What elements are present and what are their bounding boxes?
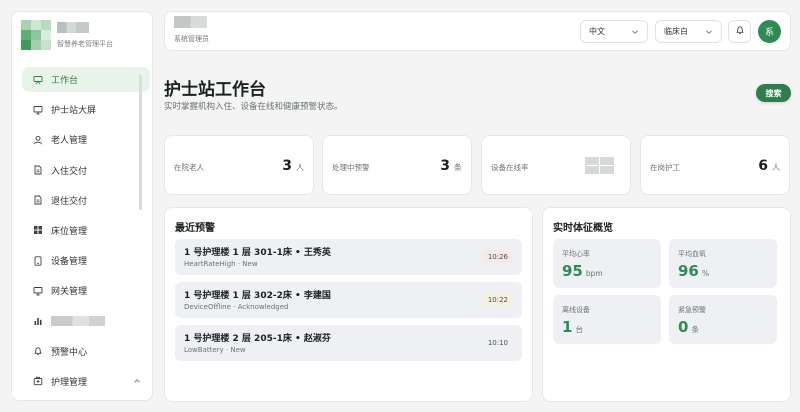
sidebar-item-gateways[interactable]: 网关管理: [22, 278, 150, 303]
sidebar-item-care[interactable]: 护理管理: [22, 369, 150, 394]
chevron-up-icon[interactable]: [133, 377, 141, 385]
alert-item[interactable]: 1 号护理楼 2 层 205-1床 • 赵淑芬 LowBattery · New…: [175, 325, 522, 361]
sidebar: 智慧养老管理平台 工作台 护士站大屏 老人管理 入住交付 退住交付 床位管理 设…: [11, 11, 153, 401]
sidebar-item-label: 护理管理: [51, 377, 88, 388]
language-select[interactable]: 中文: [580, 20, 648, 43]
stat-label: 设备在线率: [491, 163, 529, 172]
vital-value: 1台: [562, 318, 583, 336]
vital-card-offline-devices: 离线设备 1台: [553, 295, 661, 344]
vital-label: 紧急预警: [678, 306, 706, 314]
vital-label: 平均血氧: [678, 250, 706, 258]
document-icon: [31, 164, 45, 176]
stat-value: 3条: [440, 158, 462, 174]
bell-icon: [31, 345, 45, 357]
vital-card-emergency-alerts: 紧急预警 0条: [669, 295, 777, 344]
vital-card-heart-rate: 平均心率 95 bpm: [553, 239, 661, 288]
vital-value: 0条: [678, 318, 699, 336]
vitals-overview-panel: 实时体征概览 平均心率 95 bpm 平均血氧 96% 离线设备 1台 紧急预警 …: [542, 207, 791, 402]
vital-card-spo2: 平均血氧 96%: [669, 239, 777, 288]
brand-name-redacted: [57, 22, 89, 33]
chevron-down-icon: [705, 28, 713, 36]
search-button[interactable]: 搜索: [756, 84, 791, 102]
user-icon: [31, 134, 45, 146]
alert-time: 10:10: [482, 336, 513, 349]
sidebar-scrollbar[interactable]: [139, 75, 142, 210]
alert-subtitle: HeartRateHigh · New: [184, 260, 258, 268]
stat-label: 处理中预警: [332, 163, 370, 172]
panel-title: 最近预警: [175, 223, 215, 234]
theme-select-value: 临床白: [664, 27, 688, 36]
workbench-icon: [31, 74, 45, 86]
grid-icon: [31, 224, 45, 236]
stat-value: 6人: [758, 158, 780, 174]
monitor-icon: [31, 285, 45, 297]
stat-value: 3人: [282, 158, 304, 174]
theme-select[interactable]: 临床白: [655, 20, 722, 43]
sidebar-item-label: 入住交付: [51, 166, 88, 177]
bell-icon: [735, 25, 745, 38]
stat-label: 在岗护工: [650, 163, 680, 172]
sidebar-item-label: 退住交付: [51, 196, 88, 207]
vital-value: 95 bpm: [562, 262, 603, 280]
sidebar-item-checkout[interactable]: 退住交付: [22, 188, 150, 213]
alert-item[interactable]: 1 号护理楼 1 层 302-2床 • 李建国 DeviceOffline · …: [175, 282, 522, 318]
stat-card-caregivers: 在岗护工 6人: [640, 135, 790, 195]
sidebar-item-checkin[interactable]: 入住交付: [22, 158, 150, 183]
monitor-icon: [31, 104, 45, 116]
vital-value: 96%: [678, 262, 710, 280]
panel-title: 实时体征概览: [553, 223, 613, 234]
avatar[interactable]: 系: [758, 20, 781, 43]
alert-title: 1 号护理楼 1 层 301-1床 • 王秀英: [184, 248, 331, 258]
page-title: 护士站工作台: [164, 80, 266, 100]
user-role: 系统管理员: [174, 35, 209, 43]
brand-logo: [21, 20, 51, 50]
sidebar-nav: 工作台 护士站大屏 老人管理 入住交付 退住交付 床位管理 设备管理 网关管理 …: [22, 67, 150, 399]
alert-time: 10:22: [482, 293, 513, 306]
sidebar-item-devices[interactable]: 设备管理: [22, 248, 150, 273]
sidebar-item-nurse-screen[interactable]: 护士站大屏: [22, 97, 150, 122]
sidebar-item-label-redacted: [51, 316, 105, 326]
sidebar-item-label: 预警中心: [51, 347, 88, 358]
sidebar-item-workbench[interactable]: 工作台: [22, 67, 150, 92]
alert-item[interactable]: 1 号护理楼 1 层 301-1床 • 王秀英 HeartRateHigh · …: [175, 239, 522, 275]
sidebar-item-redacted[interactable]: [22, 309, 150, 334]
sidebar-item-label: 工作台: [51, 76, 79, 86]
notifications-button[interactable]: [728, 20, 751, 43]
alert-subtitle: LowBattery · New: [184, 346, 246, 354]
stat-card-active-alerts: 处理中预警 3条: [322, 135, 472, 195]
vital-label: 平均心率: [562, 250, 590, 258]
language-select-value: 中文: [589, 27, 605, 36]
alert-time: 10:26: [482, 250, 513, 263]
alert-title: 1 号护理楼 1 层 302-2床 • 李建国: [184, 291, 331, 301]
sidebar-item-label: 网关管理: [51, 287, 88, 298]
user-name-redacted: [174, 16, 207, 28]
vital-label: 离线设备: [562, 306, 590, 314]
stat-card-residents: 在院老人 3人: [164, 135, 314, 195]
tablet-icon: [31, 255, 45, 267]
sidebar-item-label: 护士站大屏: [51, 106, 97, 117]
bar-chart-icon: [31, 315, 45, 327]
sidebar-item-alert-center[interactable]: 预警中心: [22, 339, 150, 364]
sidebar-item-beds[interactable]: 床位管理: [22, 218, 150, 243]
alert-subtitle: DeviceOffline · Acknowledged: [184, 303, 289, 311]
document-icon: [31, 194, 45, 206]
care-icon: [31, 375, 45, 387]
sidebar-item-label: 老人管理: [51, 136, 88, 147]
brand-subtitle: 智慧养老管理平台: [57, 40, 113, 48]
stat-card-device-online-rate: 设备在线率: [481, 135, 631, 195]
top-header: 系统管理员 中文 临床白 系: [164, 11, 791, 51]
sidebar-item-label: 设备管理: [51, 257, 88, 268]
sidebar-item-elders[interactable]: 老人管理: [22, 127, 150, 152]
recent-alerts-panel: 最近预警 1 号护理楼 1 层 301-1床 • 王秀英 HeartRateHi…: [164, 207, 533, 402]
stat-label: 在院老人: [174, 163, 204, 172]
alert-title: 1 号护理楼 2 层 205-1床 • 赵淑芬: [184, 334, 331, 344]
stat-value-redacted: [585, 157, 614, 174]
page-description: 实时掌握机构入住、设备在线和健康预警状态。: [164, 102, 343, 112]
brand[interactable]: 智慧养老管理平台: [21, 20, 146, 62]
sidebar-item-label: 床位管理: [51, 226, 88, 237]
chevron-down-icon: [631, 28, 639, 36]
